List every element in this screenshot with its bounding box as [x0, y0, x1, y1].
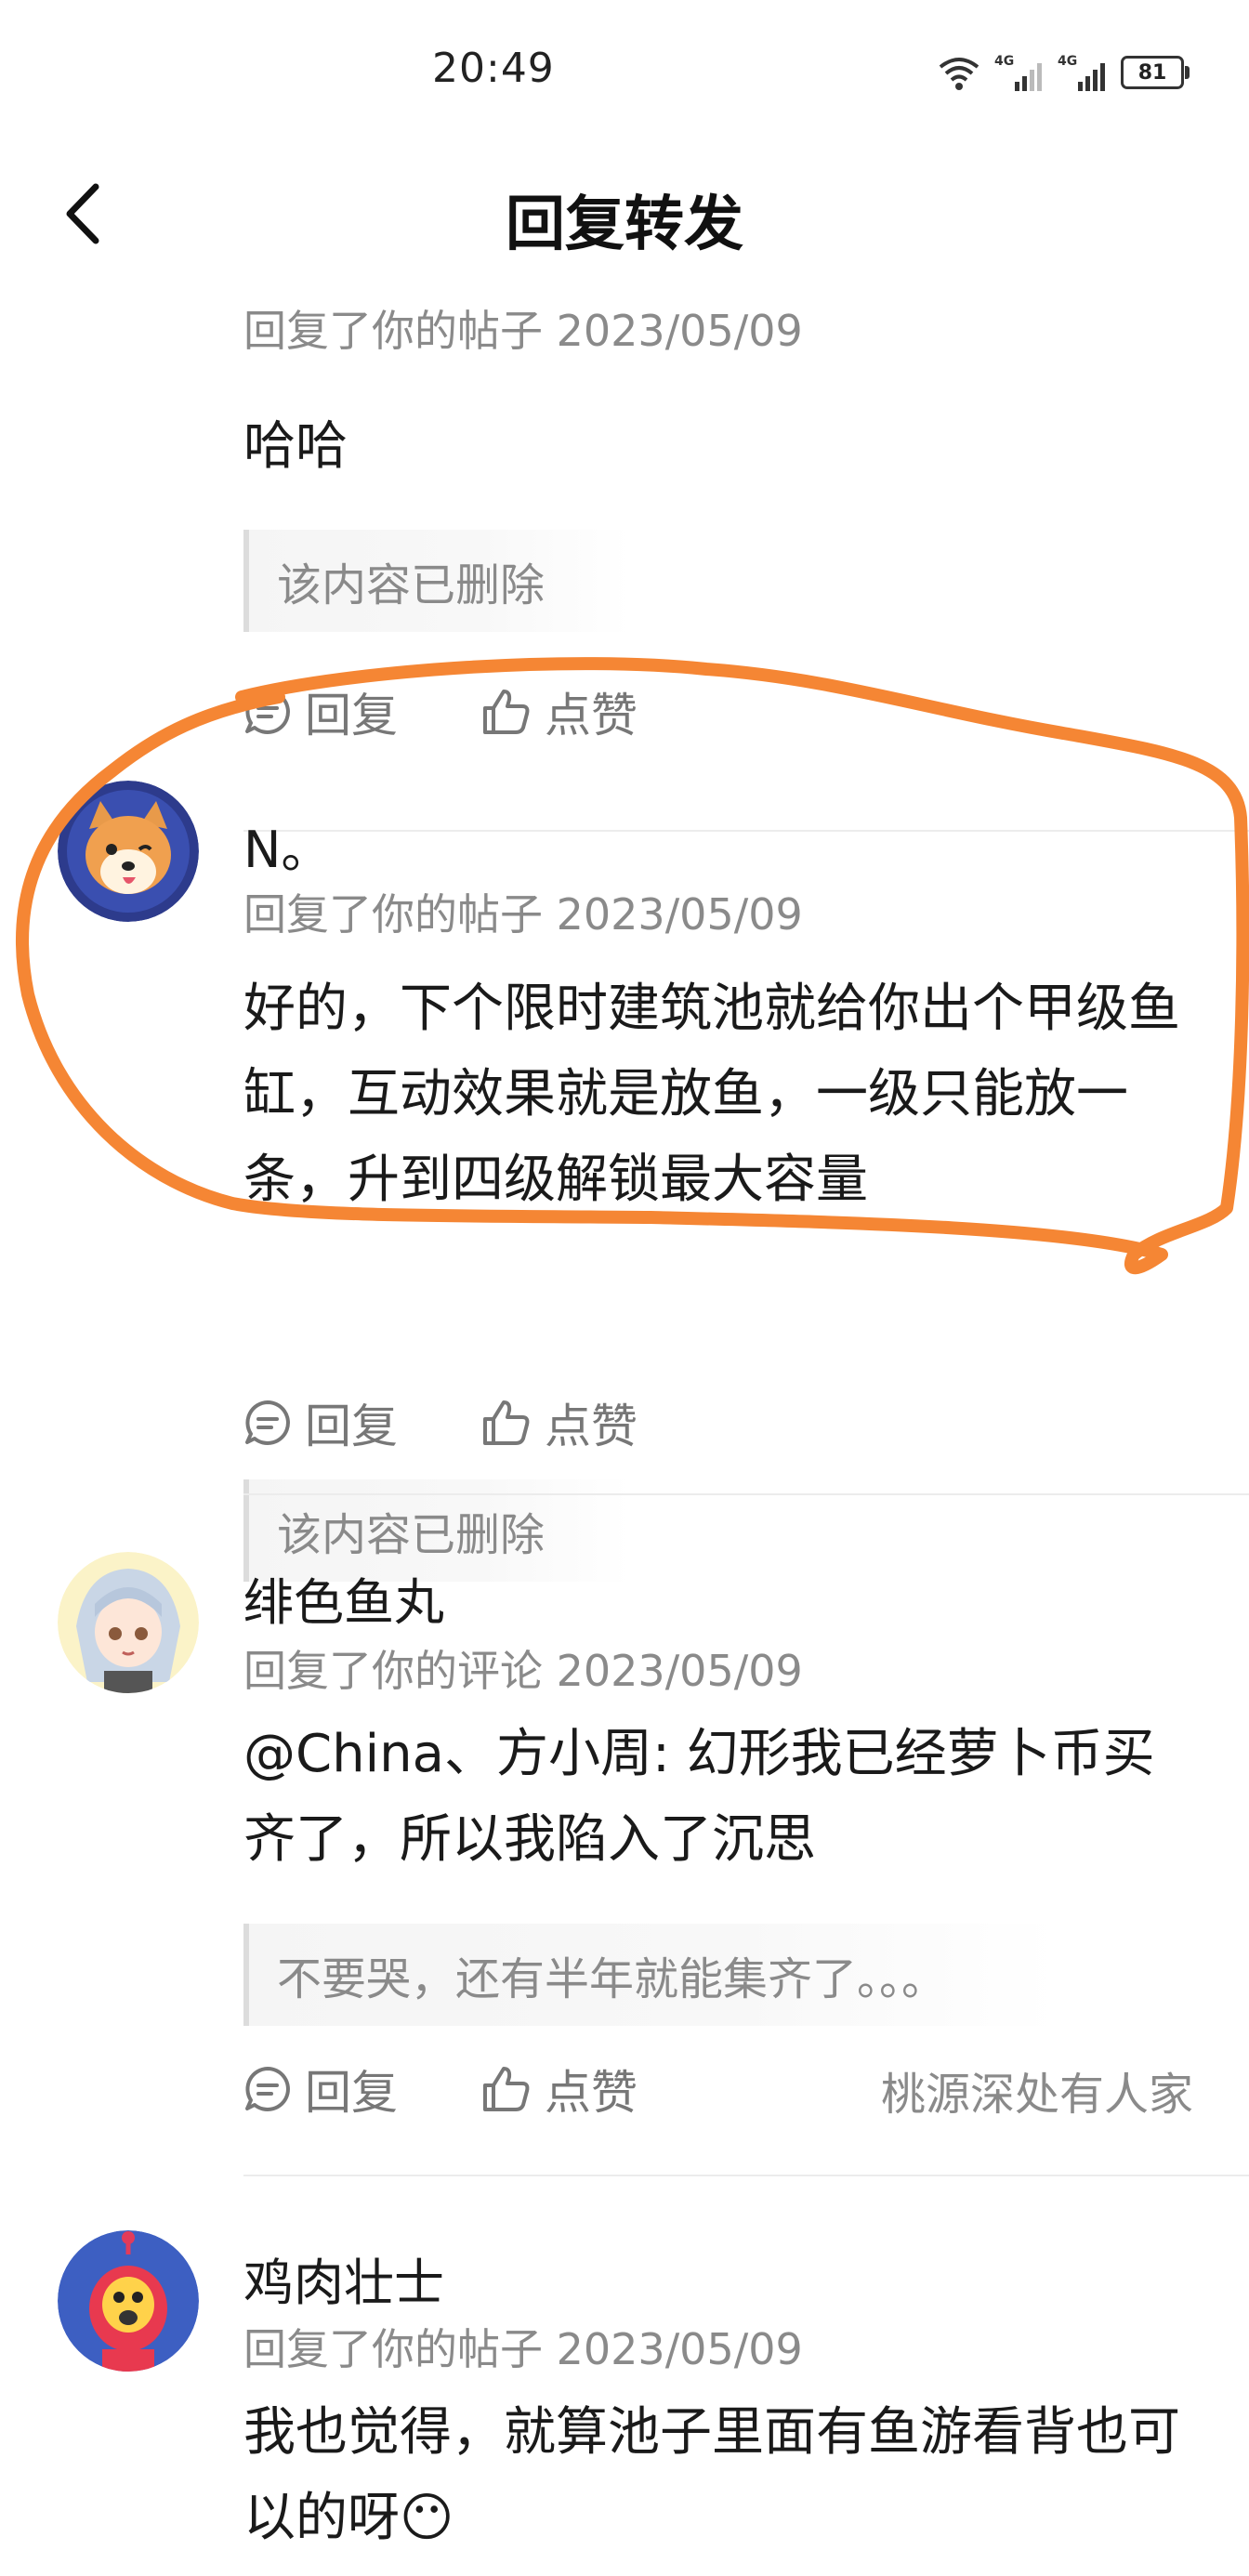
reply-content: 哈哈 — [243, 416, 348, 477]
reply-button[interactable]: 回复 — [243, 678, 398, 745]
signal-icon-2: 4G — [1058, 54, 1105, 91]
reply-meta: 回复了你的帖子 2023/05/09 — [243, 306, 803, 356]
reply-button[interactable]: 回复 — [243, 1389, 398, 1456]
thumb-up-icon — [483, 690, 530, 734]
user-name[interactable]: 鸡肉壮士 — [243, 2241, 444, 2315]
source-post-title[interactable]: 桃源深处有人家 — [881, 2057, 1193, 2123]
page-title: 回复转发 — [506, 191, 743, 259]
status-bar: 20:49 4G 4G 81 — [0, 0, 1249, 139]
avatar[interactable] — [58, 781, 199, 922]
user-name[interactable]: N。 — [243, 808, 331, 882]
reply-content: 我也觉得，就算池子里面有鱼游看背也可以的呀😶 — [243, 2402, 1180, 2548]
comment-icon — [245, 1400, 290, 1445]
like-label: 点赞 — [545, 689, 638, 743]
wifi-icon — [939, 58, 979, 90]
svg-text:4G: 4G — [994, 54, 1014, 69]
reply-label: 回复 — [305, 1400, 398, 1453]
status-icons: 4G 4G 81 — [937, 46, 1190, 99]
svg-text:4G: 4G — [1058, 54, 1077, 69]
reply-label: 回复 — [305, 689, 398, 743]
battery-icon: 81 — [1121, 56, 1190, 89]
reply-label: 回复 — [305, 2066, 398, 2120]
divider — [243, 1493, 1249, 1495]
reply-list: 回复了你的帖子 2023/05/09 哈哈 该内容已删除 回复 点赞 N。 回复… — [0, 288, 1249, 2576]
like-label: 点赞 — [545, 2066, 638, 2120]
like-button[interactable]: 点赞 — [481, 678, 638, 745]
quoted-content[interactable]: 不要哭，还有半年就能集齐了。。。 — [243, 1924, 1058, 2026]
signal-icon: 4G — [994, 54, 1042, 91]
user-name[interactable]: 绯色鱼丸 — [243, 1561, 444, 1635]
list-item[interactable]: 鸡肉壮士 回复了你的帖子 2023/05/09 我也觉得，就算池子里面有鱼游看背… — [0, 2230, 1249, 2576]
avatar[interactable] — [58, 1552, 199, 1693]
status-time: 20:49 — [432, 45, 555, 92]
nav-bar: 回复转发 — [0, 139, 1249, 288]
comment-icon — [245, 690, 290, 734]
like-label: 点赞 — [545, 1400, 638, 1453]
like-button[interactable]: 点赞 — [481, 1389, 638, 1456]
divider — [243, 2175, 1249, 2176]
reply-meta: 回复了你的帖子 2023/05/09 — [243, 2324, 803, 2374]
thumb-up-icon — [483, 1400, 530, 1445]
reply-content: 好的，下个限时建筑池就给你出个甲级鱼缸，互动效果就是放鱼，一级只能放一条，升到四… — [243, 979, 1180, 1210]
reply-content: @China、方小周: 幻形我已经萝卜币买齐了，所以我陷入了沉思 — [243, 1724, 1155, 1870]
quoted-content[interactable]: 该内容已删除 — [243, 530, 630, 632]
like-button[interactable]: 点赞 — [481, 2056, 638, 2123]
reply-meta: 回复了你的评论 2023/05/09 — [243, 1646, 803, 1696]
avatar[interactable] — [58, 2230, 199, 2372]
reply-button[interactable]: 回复 — [243, 2056, 398, 2123]
reply-meta: 回复了你的帖子 2023/05/09 — [243, 889, 803, 940]
comment-icon — [245, 2067, 290, 2111]
thumb-up-icon — [483, 2067, 530, 2111]
